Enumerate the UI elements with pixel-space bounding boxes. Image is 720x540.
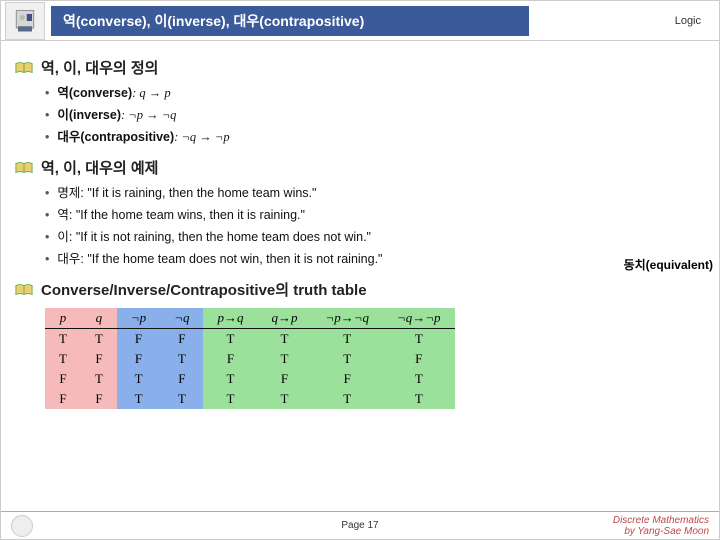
page-number: Page 17 [341,520,378,531]
list-item: 역(converse): q → p [45,82,701,101]
table-header: q [81,308,117,329]
table-cell: F [311,369,383,389]
section2-heading: 역, 이, 대우의 예제 [9,157,701,178]
table-cell: F [81,389,117,409]
table-cell: T [81,369,117,389]
section1-list: 역(converse): q → p 이(inverse): ¬p → ¬q 대… [45,82,701,145]
section2-title: 역, 이, 대우의 예제 [41,157,158,178]
list-item: 이: "If it is not raining, then the home … [45,226,701,245]
slide-content: 역, 이, 대우의 정의 역(converse): q → p 이(invers… [1,41,719,409]
table-cell: F [45,369,81,389]
list-item: 명제: "If it is raining, then the home tea… [45,182,701,201]
course-label: Logic [675,15,701,27]
table-cell: T [203,329,257,350]
speaker-icon [5,2,45,40]
table-cell: T [311,349,383,369]
table-cell: T [383,389,455,409]
list-item: 이(inverse): ¬p → ¬q [45,104,701,123]
table-row: FFTTTTTT [45,389,455,409]
slide-title: 역(converse), 이(inverse), 대우(contrapositi… [51,6,529,36]
table-cell: T [160,349,203,369]
table-header: ¬q→¬p [383,308,455,329]
truth-table-wrap: pq¬p¬qp→qq→p¬p→¬q¬q→¬pTTFFTTTTTFFTFTTFFT… [45,308,701,409]
book-icon [15,61,33,75]
book-icon [15,161,33,175]
slide-footer: Page 17 Discrete Mathematics by Yang-Sae… [1,511,719,539]
table-cell: T [311,329,383,350]
table-cell: T [203,369,257,389]
list-item: 대우(contrapositive): ¬q → ¬p [45,126,701,145]
table-header: q→p [257,308,311,329]
table-header: ¬q [160,308,203,329]
table-cell: F [45,389,81,409]
table-cell: T [311,389,383,409]
table-cell: T [383,329,455,350]
table-cell: T [81,329,117,350]
table-header: p→q [203,308,257,329]
table-cell: T [257,389,311,409]
table-row: TTFFTTTT [45,329,455,350]
list-item: 역: "If the home team wins, then it is ra… [45,204,701,223]
table-cell: T [160,389,203,409]
book-icon [15,283,33,297]
table-cell: F [81,349,117,369]
table-header: ¬p [117,308,160,329]
credit-text: Discrete Mathematics by Yang-Sae Moon [613,515,709,537]
table-header: p [45,308,81,329]
table-cell: T [257,329,311,350]
university-logo-icon [11,515,33,537]
table-row: TFFTFTTF [45,349,455,369]
table-cell: T [45,329,81,350]
table-cell: T [117,389,160,409]
slide-header: 역(converse), 이(inverse), 대우(contrapositi… [1,1,719,41]
table-header: ¬p→¬q [311,308,383,329]
section1-heading: 역, 이, 대우의 정의 [9,57,701,78]
equivalent-note: 동치(equivalent) [624,256,713,273]
table-cell: F [117,349,160,369]
title-text: 역(converse), 이(inverse), 대우(contrapositi… [63,11,364,31]
table-cell: F [203,349,257,369]
table-cell: F [160,329,203,350]
section1-title: 역, 이, 대우의 정의 [41,57,158,78]
truth-table: pq¬p¬qp→qq→p¬p→¬q¬q→¬pTTFFTTTTTFFTFTTFFT… [45,308,455,409]
table-cell: F [117,329,160,350]
section3-heading: Converse/Inverse/Contrapositive의 truth t… [9,279,701,300]
list-item: 대우: "If the home team does not win, then… [45,248,701,267]
section2-list: 명제: "If it is raining, then the home tea… [45,182,701,267]
table-cell: F [257,369,311,389]
table-cell: T [203,389,257,409]
section3-title: Converse/Inverse/Contrapositive의 truth t… [41,279,367,300]
table-cell: T [383,369,455,389]
table-cell: T [117,369,160,389]
table-cell: T [257,349,311,369]
table-row: FTTFTFFT [45,369,455,389]
table-cell: F [160,369,203,389]
table-cell: T [45,349,81,369]
table-cell: F [383,349,455,369]
